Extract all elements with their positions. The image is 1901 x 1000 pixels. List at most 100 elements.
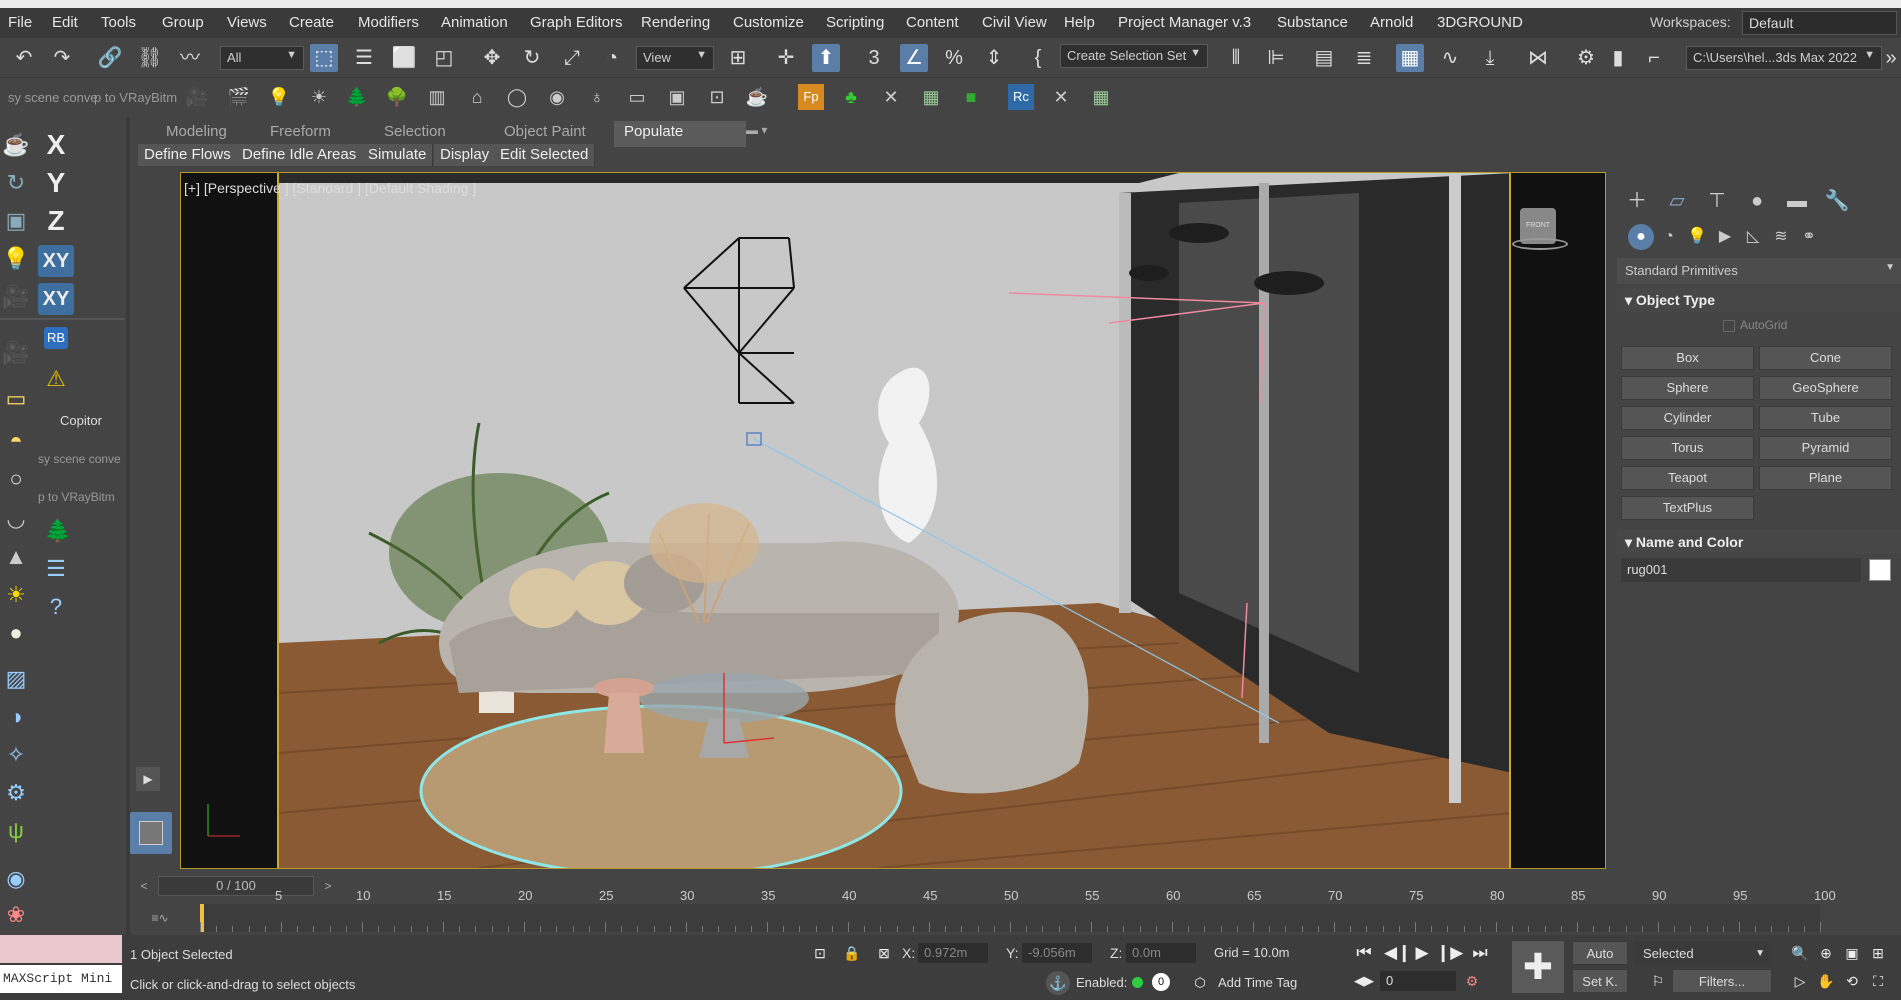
sun-icon[interactable]: ☀ (306, 84, 332, 110)
set-key-icon[interactable]: ✚ (1512, 941, 1564, 993)
link-icon[interactable]: 🔗 (96, 44, 124, 72)
menu-customize[interactable]: Customize (733, 14, 804, 31)
sphere-light-icon[interactable]: ● (2, 619, 30, 647)
layer-explorer-icon[interactable]: ≣ (1350, 44, 1378, 72)
menu-project-manager[interactable]: Project Manager v.3 (1118, 14, 1251, 31)
pyramid-button[interactable]: Pyramid (1759, 436, 1892, 460)
tab-populate[interactable]: Populate (614, 121, 746, 147)
orbit-icon[interactable]: ⟲ (1840, 969, 1864, 993)
motion-panel-icon[interactable]: ● (1742, 186, 1772, 216)
keyboard-shortcut-override-icon[interactable]: ⬆ (812, 44, 840, 72)
rc-table-icon[interactable]: ▦ (1088, 84, 1114, 110)
teapot-icon[interactable]: ☕ (744, 84, 770, 110)
time-slider[interactable]: 0 / 100 (158, 876, 314, 896)
utilities-panel-icon[interactable]: 🔧 (1822, 186, 1852, 216)
menu-graph-editors[interactable]: Graph Editors (530, 14, 623, 31)
isolate-selection-icon[interactable]: ⊡ (808, 941, 832, 965)
menu-tools[interactable]: Tools (101, 14, 136, 31)
torus-icon[interactable]: ◯ (504, 84, 530, 110)
maxscript-listener[interactable] (0, 935, 122, 963)
snaps-toggle-icon[interactable]: 3 (860, 44, 888, 72)
grass-icon[interactable]: ψ (2, 817, 30, 845)
perspective-viewport[interactable] (277, 173, 1511, 868)
light-icon[interactable]: 💡 (266, 84, 292, 110)
zoom-extents-all-icon[interactable]: ⊞ (1866, 941, 1890, 965)
tree-icon[interactable]: 🌳 (384, 84, 410, 110)
zoom-icon[interactable]: 🔍 (1788, 941, 1812, 965)
tools-icon[interactable]: ✕ (878, 84, 904, 110)
bowl-icon[interactable]: ◡ (2, 505, 30, 533)
maximize-viewport-icon[interactable]: ⛶ (1866, 969, 1890, 993)
cone-light-icon[interactable]: ▲ (2, 543, 30, 571)
pan-icon[interactable]: ✋ (1814, 969, 1838, 993)
next-frame-icon[interactable]: > (316, 874, 340, 898)
undo-icon[interactable]: ↶ (10, 44, 38, 72)
menu-views[interactable]: Views (227, 14, 267, 31)
help-icon[interactable]: ? (42, 593, 70, 621)
axis-xy-cycle-button[interactable]: XY (38, 283, 74, 315)
render-region-icon[interactable]: ▣ (664, 84, 690, 110)
object-name-input[interactable]: rug001 (1621, 558, 1861, 582)
time-tag-icon[interactable]: ⬡ (1188, 971, 1212, 995)
dope-sheet-icon[interactable]: ⤓ (1476, 44, 1504, 72)
grid-table-icon[interactable]: ▦ (918, 84, 944, 110)
select-object-icon[interactable]: ⬚ (310, 44, 338, 72)
render-icon[interactable]: ⌐ (1640, 44, 1668, 72)
viewcube-compass[interactable] (1512, 238, 1568, 250)
key-filters-icon[interactable]: ⚐ (1646, 969, 1670, 993)
axis-x-button[interactable]: X (38, 129, 74, 161)
menu-civil-view[interactable]: Civil View (982, 14, 1047, 31)
render-frame-icon[interactable]: ▮ (1604, 44, 1632, 72)
spacewarps-icon[interactable]: ≋ (1768, 224, 1794, 250)
orb-icon[interactable]: ◉ (2, 865, 30, 893)
viewport-label[interactable]: [+] [Perspective ] [Standard ] [Default … (184, 180, 476, 196)
rectangular-selection-icon[interactable]: ⬜ (390, 44, 418, 72)
display-panel-icon[interactable]: ▬ (1782, 186, 1812, 216)
zoom-extents-icon[interactable]: ▣ (1840, 941, 1864, 965)
object-type-rollout[interactable]: ▾ Object Type (1617, 288, 1901, 312)
goto-start-icon[interactable]: ⏮ (1352, 941, 1376, 965)
simulate-button[interactable]: Simulate (362, 144, 434, 166)
window-crossing-icon[interactable]: ◰ (430, 44, 458, 72)
rotate-icon[interactable]: ↻ (518, 44, 546, 72)
menu-create[interactable]: Create (289, 14, 334, 31)
align-icon[interactable]: ⊫ (1262, 44, 1290, 72)
rc-tools-icon[interactable]: ✕ (1048, 84, 1074, 110)
camera-icon[interactable]: 🎥 (2, 339, 30, 367)
mirror-icon[interactable]: ⫴ (1222, 44, 1250, 72)
torus-button[interactable]: Torus (1621, 436, 1754, 460)
menu-edit[interactable]: Edit (52, 14, 78, 31)
axis-y-button[interactable]: Y (38, 167, 74, 199)
warning-icon[interactable]: ⚠ (42, 365, 70, 393)
refresh-icon[interactable]: ↻ (2, 169, 30, 197)
geosphere-button[interactable]: GeoSphere (1759, 376, 1892, 400)
set-key-button[interactable]: Set K. (1572, 969, 1628, 993)
axis-xy-button[interactable]: XY (38, 245, 74, 277)
menu-substance[interactable]: Substance (1277, 14, 1348, 31)
lock-icon[interactable]: 🔒 (840, 941, 864, 965)
key-filter-dropdown[interactable]: Selected ▼ (1634, 941, 1772, 965)
panel-icon[interactable]: ▭ (2, 385, 30, 413)
maxscript-mini-input[interactable]: MAXScript Mini (0, 965, 122, 993)
sun-icon[interactable]: ☀ (2, 581, 30, 609)
sphere-icon[interactable]: ○ (2, 465, 30, 493)
rb-button[interactable]: RB (44, 327, 68, 349)
dome-icon[interactable]: ◓ (2, 427, 30, 455)
redo-icon[interactable]: ↷ (48, 44, 76, 72)
overflow-icon[interactable]: » (1882, 44, 1900, 72)
modify-panel-icon[interactable]: ▱ (1662, 186, 1692, 216)
select-by-name-icon[interactable]: ☰ (350, 44, 378, 72)
toggle-ribbon-icon[interactable]: ▦ (1396, 44, 1424, 72)
light-bulb-icon[interactable]: 💡 (2, 245, 30, 273)
axis-z-button[interactable]: Z (38, 205, 74, 237)
frame-ruler[interactable]: 5 10 15 20 25 30 35 40 45 50 55 60 65 70 75 80 85 90 95 100 (200, 888, 1836, 932)
forest-icon[interactable]: 🌲 (344, 84, 370, 110)
auto-key-button[interactable]: Auto (1572, 941, 1628, 965)
prev-key-icon[interactable]: ◀❙ (1384, 941, 1411, 965)
teapot-button[interactable]: Teapot (1621, 466, 1754, 490)
name-color-rollout[interactable]: ▾ Name and Color (1617, 530, 1901, 554)
menu-file[interactable]: File (8, 14, 32, 31)
filters-button[interactable]: Filters... (1672, 969, 1772, 993)
image-icon[interactable]: ▣ (2, 207, 30, 235)
menu-animation[interactable]: Animation (441, 14, 508, 31)
